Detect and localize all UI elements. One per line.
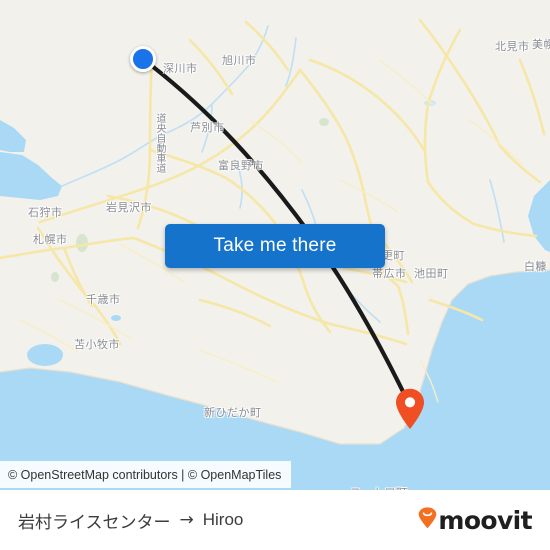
footer-bar: 岩村ライスセンター → Hiroo moovit [0, 490, 550, 550]
route-origin-name: 岩村ライスセンター [18, 512, 171, 533]
destination-pin-icon[interactable] [394, 388, 426, 430]
map-attribution: © OpenStreetMap contributors | © OpenMap… [0, 461, 292, 488]
map-canvas[interactable]: 北見市 美幌 旭川市 深川市 芦別市 富良野市 道央自動車道 岩見沢市 石狩市 札幌市 千歳市 苫小牧… [0, 0, 550, 490]
moovit-logo[interactable]: moovit [418, 505, 533, 535]
route-destination-name: Hiroo [202, 510, 244, 529]
take-me-there-button[interactable]: Take me there [165, 224, 385, 268]
arrow-right-icon: → [179, 510, 194, 530]
route-summary: 岩村ライスセンター → Hiroo [18, 508, 243, 533]
water-lake-small-1 [111, 315, 121, 321]
park-patch-3 [319, 118, 329, 126]
water-lake-shikotsu [27, 344, 63, 366]
map-app-screen: 北見市 美幌 旭川市 深川市 芦別市 富良野市 道央自動車道 岩見沢市 石狩市 札幌市 千歳市 苫小牧… [0, 0, 550, 550]
park-patch-2 [51, 272, 59, 282]
moovit-pin-icon [418, 506, 437, 534]
origin-marker-icon[interactable] [130, 46, 156, 72]
attribution-text: © OpenStreetMap contributors | © OpenMap… [8, 467, 282, 482]
moovit-wordmark: moovit [438, 505, 532, 535]
park-patch-1 [76, 234, 88, 252]
